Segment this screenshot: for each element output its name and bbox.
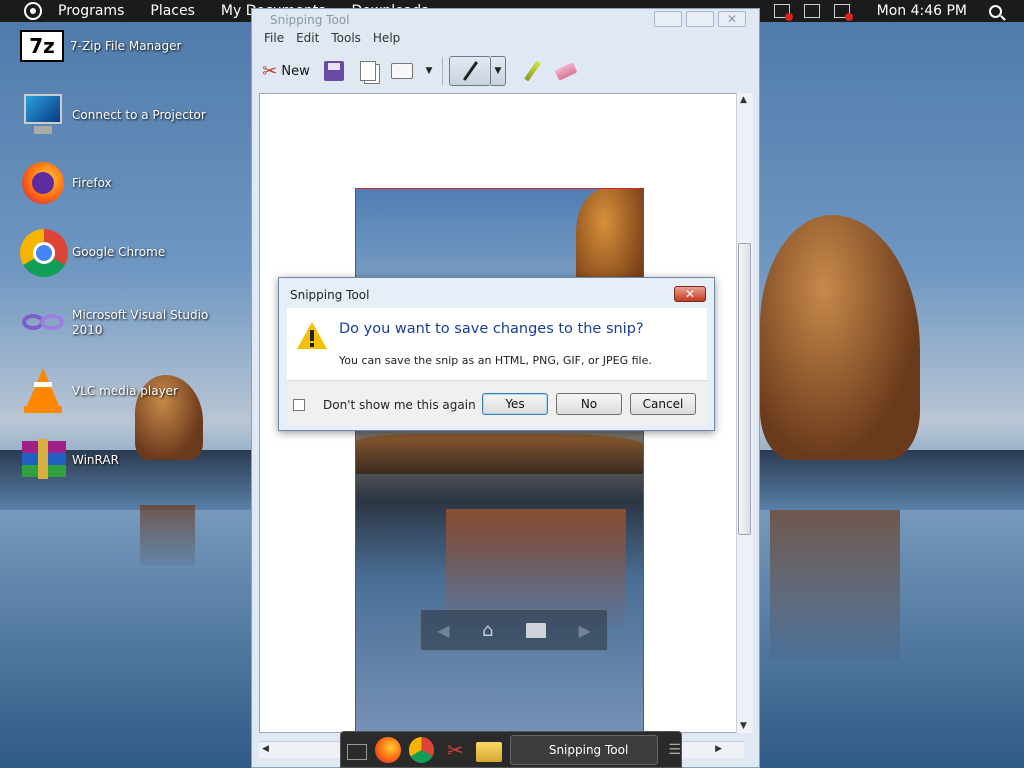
no-button[interactable]: No	[556, 393, 622, 415]
desktop-icon-firefox[interactable]: Firefox	[20, 160, 212, 206]
captured-snip-image: ◀ ⌂ ▶	[355, 188, 644, 732]
desktop-icon-chrome[interactable]: Google Chrome	[20, 229, 212, 277]
system-tray: Mon 4:46 PM	[767, 0, 1024, 22]
highlighter-icon	[523, 60, 541, 82]
scroll-up-icon[interactable]: ▲	[740, 95, 747, 105]
desktop-icon-label: Connect to a Projector	[72, 107, 206, 122]
send-snip-button[interactable]	[388, 57, 416, 85]
desktop-icon-7zip[interactable]: 7z 7-Zip File Manager	[20, 30, 210, 62]
dont-show-label[interactable]: Don't show me this again	[323, 398, 476, 412]
highlighter-button[interactable]	[518, 57, 546, 85]
copy-icon	[360, 61, 376, 81]
desktop-reflection-left	[140, 505, 195, 565]
back-arrow-icon[interactable]: ◀	[437, 621, 449, 640]
desktop-icon-label: 7-Zip File Manager	[70, 38, 182, 53]
toolbar: ✂ New ▼ ▼	[258, 53, 754, 89]
snipping-tool-icon[interactable]: ✂	[442, 737, 468, 763]
snip-rocks	[356, 434, 643, 474]
vertical-scrollbar[interactable]: ▲ ▼	[736, 93, 753, 733]
show-desktop-icon[interactable]	[347, 743, 367, 760]
minimize-button[interactable]	[654, 11, 682, 27]
envelope-icon	[391, 63, 413, 79]
vertical-scroll-thumb[interactable]	[738, 243, 751, 535]
sevenzip-icon: 7z	[20, 30, 64, 62]
desktop-icon-label: Firefox	[72, 175, 112, 190]
dont-show-checkbox[interactable]	[293, 399, 305, 411]
desktop-icon-winrar[interactable]: WinRAR	[20, 437, 212, 483]
desktop-icon-label: VLC media player	[72, 383, 179, 398]
visual-studio-icon	[20, 300, 66, 346]
taskbar-menu-icon[interactable]: ☰	[668, 742, 681, 758]
panel-menu-programs[interactable]: Programs	[58, 3, 124, 19]
search-icon[interactable]	[989, 4, 1002, 18]
dropdown-arrow-icon: ▼	[425, 66, 433, 76]
dialog-heading: Do you want to save changes to the snip?	[339, 321, 644, 337]
taskbar: ✂ Snipping Tool ☰	[340, 731, 682, 768]
scroll-left-icon[interactable]: ◀	[262, 744, 269, 754]
floppy-icon	[324, 61, 344, 81]
eraser-button[interactable]	[552, 57, 580, 85]
save-button[interactable]	[320, 57, 348, 85]
dropdown-arrow-icon: ▼	[494, 66, 502, 76]
home-icon[interactable]: ⌂	[482, 620, 493, 641]
new-label: New	[281, 63, 310, 79]
desktop-reflection-right	[770, 510, 900, 660]
close-button[interactable]: ✕	[718, 11, 746, 27]
network-icon[interactable]	[803, 4, 820, 18]
pen-icon	[462, 61, 478, 81]
taskbar-snipping-tool-task[interactable]: Snipping Tool	[509, 734, 659, 765]
send-snip-dropdown[interactable]: ▼	[422, 57, 436, 85]
dialog-title: Snipping Tool	[290, 288, 370, 302]
winrar-icon	[20, 437, 66, 483]
vlc-icon	[20, 368, 66, 414]
copy-button[interactable]	[354, 57, 382, 85]
action-center-flag-icon[interactable]	[773, 4, 793, 21]
desktop-icon-vlc[interactable]: VLC media player	[20, 368, 212, 414]
chrome-icon[interactable]	[408, 736, 435, 763]
desktop-icon-label: WinRAR	[72, 452, 119, 467]
file-explorer-icon[interactable]	[476, 741, 502, 762]
save-changes-dialog: Snipping Tool ✕ Do you want to save chan…	[278, 277, 715, 431]
maximize-button[interactable]	[686, 11, 714, 27]
desktop-icon-projector[interactable]: Connect to a Projector	[20, 92, 212, 138]
menu-help[interactable]: Help	[373, 31, 400, 45]
panel-menu-places[interactable]: Places	[150, 3, 195, 19]
pen-dropdown[interactable]: ▼	[491, 56, 506, 86]
chrome-icon	[20, 229, 68, 277]
volume-muted-icon[interactable]	[833, 4, 853, 21]
clock[interactable]: Mon 4:46 PM	[877, 3, 967, 19]
window-title: Snipping Tool	[270, 13, 350, 27]
toolbar-separator	[442, 57, 443, 85]
start-logo-icon[interactable]	[24, 2, 42, 20]
pen-button[interactable]	[449, 56, 491, 86]
photo-nav-bar: ◀ ⌂ ▶	[420, 609, 608, 651]
projector-icon	[20, 92, 66, 138]
eraser-icon	[554, 61, 578, 81]
scroll-down-icon[interactable]: ▼	[740, 721, 747, 731]
new-snip-button[interactable]: ✂ New	[258, 57, 314, 85]
scissors-icon: ✂	[262, 60, 278, 82]
desktop-icon-label: Google Chrome	[72, 244, 166, 259]
desktop-icon-label: Microsoft Visual Studio 2010	[72, 308, 209, 337]
menu-bar: File Edit Tools Help	[258, 31, 406, 45]
menu-edit[interactable]: Edit	[296, 31, 319, 45]
cancel-button[interactable]: Cancel	[630, 393, 696, 415]
taskbar-task-label: Snipping Tool	[548, 742, 629, 757]
warning-icon	[297, 322, 327, 350]
menu-tools[interactable]: Tools	[331, 31, 361, 45]
desktop-icon-visual-studio[interactable]: Microsoft Visual Studio 2010	[20, 300, 212, 346]
desktop-sea-stack-right	[760, 215, 920, 460]
firefox-icon[interactable]	[374, 736, 401, 763]
scroll-right-icon[interactable]: ▶	[715, 744, 722, 754]
yes-button[interactable]: Yes	[482, 393, 548, 415]
menu-file[interactable]: File	[264, 31, 284, 45]
dialog-close-button[interactable]: ✕	[674, 286, 706, 302]
forward-arrow-icon[interactable]: ▶	[578, 621, 590, 640]
dialog-message: You can save the snip as an HTML, PNG, G…	[339, 354, 652, 367]
firefox-icon	[20, 160, 66, 206]
folder-icon[interactable]	[525, 622, 546, 638]
